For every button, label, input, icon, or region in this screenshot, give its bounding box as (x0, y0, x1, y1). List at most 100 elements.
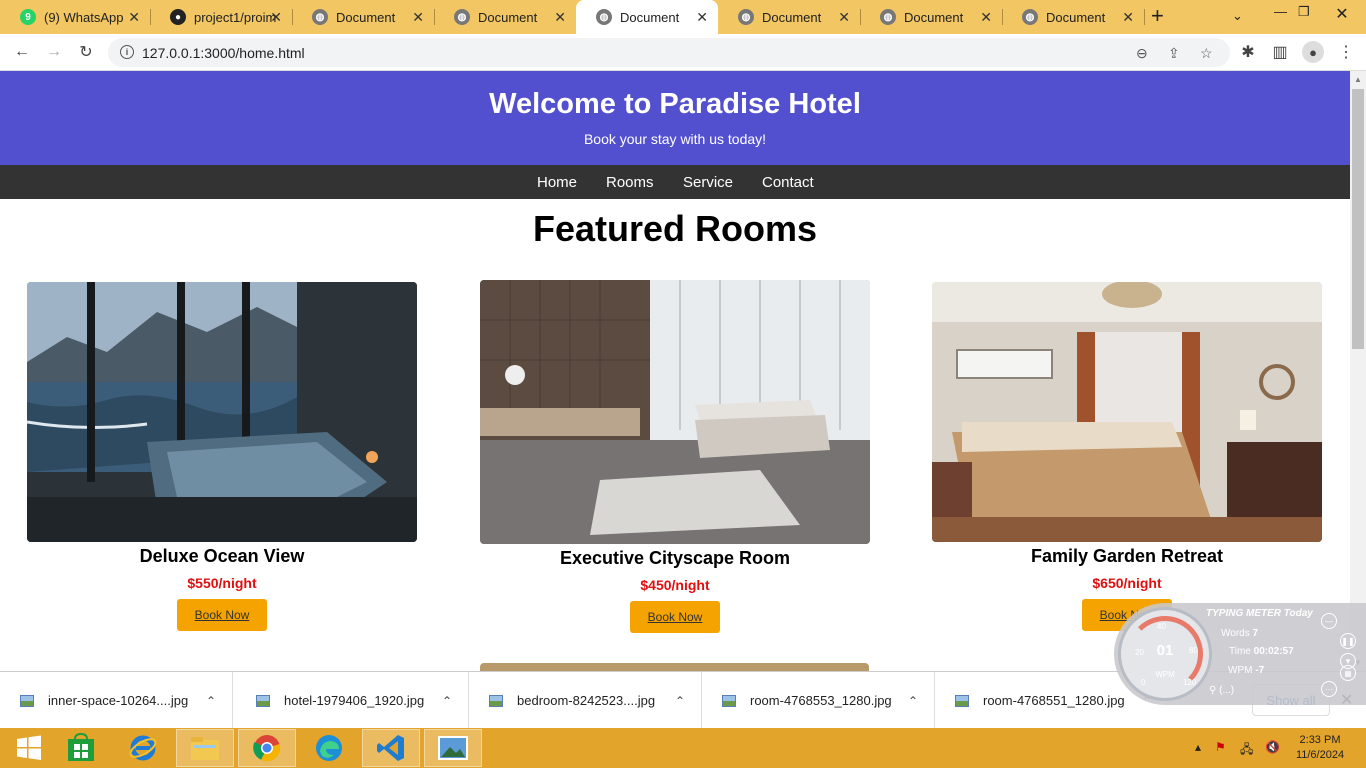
tab-strip: 9 (9) WhatsApp ✕ ● project1/proim ✕ ◍ Do… (0, 0, 1366, 34)
tab-github[interactable]: ● project1/proim ✕ (150, 0, 292, 34)
taskbar-clock[interactable]: 2:33 PM 11/6/2024 (1290, 733, 1350, 763)
download-item[interactable]: bedroom-8242523....jpg ⌃ (469, 672, 702, 729)
site-title: Welcome to Paradise Hotel (489, 88, 861, 120)
close-tab-icon[interactable]: ✕ (838, 10, 850, 24)
tab-document-active[interactable]: ◍ Document ✕ (576, 0, 718, 34)
scroll-up-icon[interactable]: ▲ (1354, 75, 1362, 84)
side-panel-icon[interactable]: ▥ (1270, 42, 1290, 62)
nav-link-rooms[interactable]: Rooms (606, 174, 654, 191)
room-price: $550/night (187, 575, 257, 591)
image-file-icon (722, 694, 736, 707)
settings-icon[interactable]: ⋯ (1321, 681, 1337, 697)
close-tab-icon[interactable]: ✕ (412, 10, 424, 24)
tab-document[interactable]: ◍ Document ✕ (860, 0, 1002, 34)
nav-link-home[interactable]: Home (537, 174, 577, 191)
pause-icon[interactable]: ❚❚ (1340, 633, 1356, 649)
tray-overflow-icon[interactable]: ▴ (1195, 740, 1201, 754)
tab-document[interactable]: ◍ Document ✕ (1002, 0, 1144, 34)
tab-document[interactable]: ◍ Document ✕ (434, 0, 576, 34)
profile-avatar-icon[interactable]: ● (1302, 41, 1324, 63)
bookmark-star-icon[interactable]: ☆ (1200, 45, 1213, 62)
tab-document[interactable]: ◍ Document ✕ (292, 0, 434, 34)
reload-icon[interactable]: ↻ (76, 42, 96, 62)
start-button[interactable] (0, 729, 58, 767)
taskbar-edge[interactable] (300, 729, 358, 767)
close-tab-icon[interactable]: ✕ (128, 10, 140, 24)
tab-whatsapp[interactable]: 9 (9) WhatsApp ✕ (0, 0, 150, 34)
close-tab-icon[interactable]: ✕ (1122, 10, 1134, 24)
scrollbar-thumb[interactable] (1352, 89, 1364, 349)
page-scrollbar[interactable]: ▲ ▼ (1350, 71, 1366, 671)
room-name: Executive Cityscape Room (559, 548, 791, 568)
tab-search-icon[interactable]: ⌄ (1232, 8, 1243, 24)
network-icon[interactable]: 🖧 (1240, 740, 1253, 761)
photos-icon (438, 736, 468, 760)
globe-icon: ◍ (880, 9, 896, 25)
chrome-icon (253, 735, 281, 762)
site-nav: Home Rooms Service Contact (0, 165, 1350, 199)
image-file-icon (20, 694, 34, 707)
calendar-icon[interactable]: ▦ (1340, 665, 1356, 681)
chevron-up-icon[interactable]: ⌃ (675, 694, 685, 708)
back-arrow-icon[interactable]: ← (12, 42, 32, 62)
words-row: Words 7 (1221, 628, 1258, 639)
chevron-up-icon[interactable]: ⌃ (908, 694, 918, 708)
nav-link-contact[interactable]: Contact (762, 174, 814, 191)
forward-arrow-icon[interactable]: → (44, 42, 64, 62)
meter-search[interactable]: ⚲ (...) (1209, 685, 1234, 696)
url-text[interactable]: 127.0.0.1:3000/home.html (142, 45, 305, 61)
taskbar-internet-explorer[interactable] (114, 729, 172, 767)
new-tab-icon[interactable]: + (1151, 5, 1164, 27)
download-filename: hotel-1979406_1920.jpg (284, 693, 425, 708)
restore-icon[interactable]: ❐ (1298, 4, 1310, 20)
close-tab-icon[interactable]: ✕ (980, 10, 992, 24)
tab-title: Document (336, 9, 396, 25)
edge-icon (316, 735, 342, 761)
gauge-value: 01 (1156, 642, 1174, 659)
share-icon[interactable]: ⇪ (1168, 45, 1180, 62)
extensions-icon[interactable]: ✱ (1238, 42, 1258, 62)
room-name: Deluxe Ocean View (139, 546, 305, 566)
tab-title: Document (620, 9, 680, 25)
tray-flag-icon[interactable]: ⚑ (1215, 740, 1226, 754)
book-now-button[interactable]: Book Now (177, 599, 267, 631)
minimize-icon[interactable]: — (1274, 4, 1287, 19)
address-bar[interactable]: i 127.0.0.1:3000/home.html ⊖ ⇪ ☆ (108, 38, 1230, 67)
download-filename: room-4768553_1280.jpg (750, 693, 892, 708)
gauge-tick: 120 (1183, 678, 1197, 687)
taskbar-store[interactable] (52, 729, 110, 767)
chevron-up-icon[interactable]: ⌃ (206, 694, 216, 708)
site-info-icon[interactable]: i (120, 45, 134, 59)
taskbar-file-explorer[interactable] (176, 729, 234, 767)
time-label: Time (1229, 646, 1251, 657)
taskbar-chrome[interactable] (238, 729, 296, 767)
volume-muted-icon[interactable]: 🔇 (1265, 740, 1280, 754)
tab-document[interactable]: ◍ Document ✕ (718, 0, 860, 34)
download-item[interactable]: inner-space-10264....jpg ⌃ (0, 672, 233, 729)
windows-taskbar: ▴ ⚑ 🖧 🔇 2:33 PM 11/6/2024 (0, 728, 1366, 768)
taskbar-vscode[interactable] (362, 729, 420, 767)
close-window-icon[interactable]: ✕ (1318, 0, 1366, 28)
room-price: $650/night (1092, 575, 1162, 591)
section-title: Featured Rooms (532, 208, 818, 249)
chevron-up-icon[interactable]: ⌃ (442, 694, 452, 708)
download-item[interactable]: room-4768553_1280.jpg ⌃ (702, 672, 935, 729)
typing-meter-widget[interactable]: 20 40 80 120 0 01 WPM TYPING METER Today… (1114, 603, 1366, 705)
close-tab-icon[interactable]: ✕ (270, 10, 282, 24)
globe-icon: ◍ (454, 9, 470, 25)
page-viewport: Welcome to Paradise Hotel Book your stay… (0, 71, 1350, 671)
download-item[interactable]: hotel-1979406_1920.jpg ⌃ (236, 672, 469, 729)
zoom-icon[interactable]: ⊖ (1136, 45, 1148, 62)
tab-title: Document (762, 9, 822, 25)
close-tab-icon[interactable]: ✕ (696, 10, 708, 24)
minimize-meter-icon[interactable]: — (1321, 613, 1337, 629)
clock-date: 11/6/2024 (1295, 749, 1345, 761)
nav-link-service[interactable]: Service (683, 174, 733, 191)
clock-time: 2:33 PM (1299, 734, 1341, 746)
book-now-button[interactable]: Book Now (630, 601, 720, 633)
close-tab-icon[interactable]: ✕ (554, 10, 566, 24)
menu-dots-icon[interactable]: ⋮ (1336, 42, 1356, 62)
browser-toolbar: ← → ↻ i 127.0.0.1:3000/home.html ⊖ ⇪ ☆ ✱… (0, 34, 1366, 71)
taskbar-photos[interactable] (424, 729, 482, 767)
search-icon: ⚲ (1209, 685, 1217, 696)
